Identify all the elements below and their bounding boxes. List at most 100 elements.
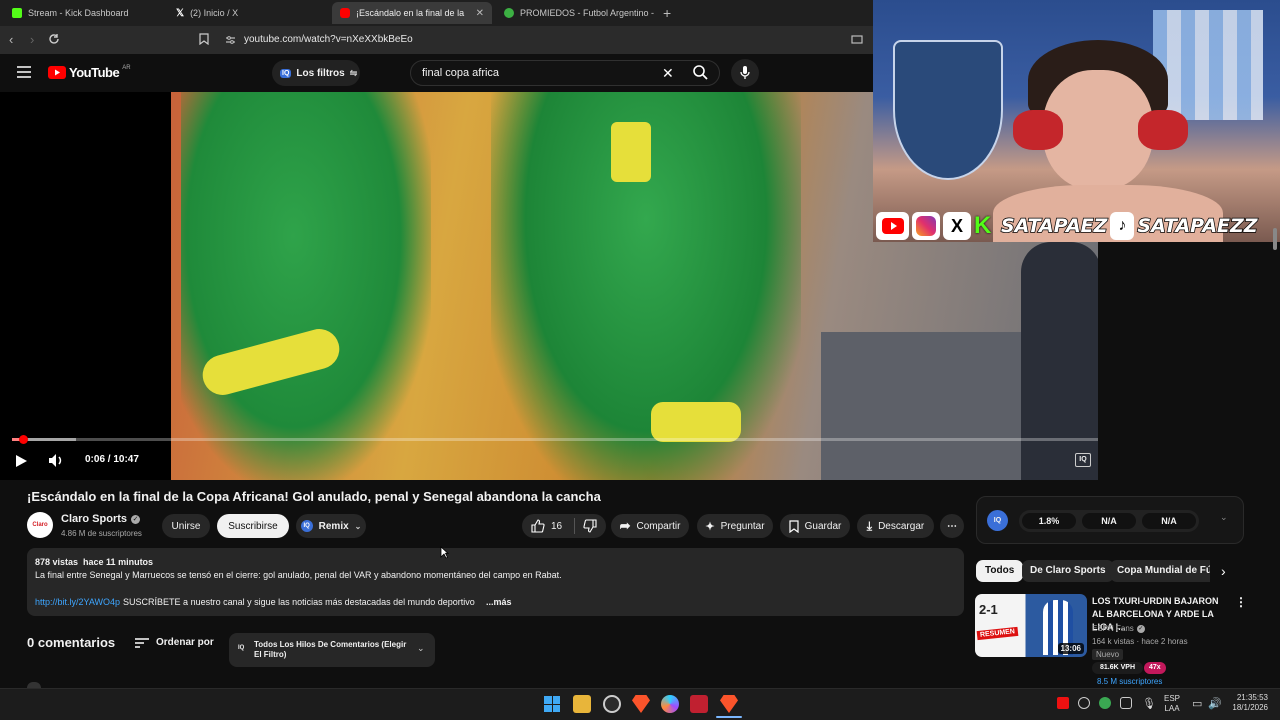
tray-app-icon[interactable] [1120,697,1132,709]
iq-player-icon[interactable]: IQ [1075,453,1091,467]
chevron-down-icon: ⌄ [417,643,425,653]
comment-filter-dropdown[interactable]: IQ Todos Los Hilos De Comentarios (Elegi… [229,633,435,667]
copilot-icon[interactable] [661,695,679,713]
browser-tab-x[interactable]: 𝕏 (2) Inicio / X [168,2,328,24]
save-label: Guardar [804,520,842,532]
volume-icon[interactable] [48,453,64,468]
player-left [181,92,431,480]
like-count: 16 [551,520,563,532]
multiplier-badge: 47x [1144,662,1166,674]
video-title: ¡Escándalo en la final de la Copa Africa… [27,489,601,504]
youtube-logo[interactable]: YouTube AR [48,65,131,80]
ask-button[interactable]: ✦ Preguntar [697,514,773,538]
subscriber-count: 4.86 M de suscriptores [61,529,142,538]
subscribe-button[interactable]: Suscribirse [217,514,289,538]
channel-name-row: Claro Sports ✓ [61,513,141,525]
forward-icon[interactable]: › [30,32,34,47]
iq-icon: IQ [300,520,313,532]
chevron-right-icon[interactable]: › [1221,563,1226,579]
download-button[interactable]: ⤓ Descargar [857,514,934,538]
menu-icon[interactable] [17,66,31,78]
dislike-icon[interactable] [583,519,597,533]
subscribe-label: Suscribirse [228,520,278,532]
file-explorer-icon[interactable] [573,695,591,713]
filters-label: Los filtros [296,67,345,79]
promiedos-icon [504,8,514,18]
tray-app-icon[interactable] [1099,697,1111,709]
tiktok-icon: ♪ [1110,212,1135,240]
share-icon: ➦ [619,518,631,533]
streamer-handle: SATAPAEZZ [1137,214,1259,238]
reload-icon[interactable] [48,33,60,45]
search-icon[interactable] [693,65,708,80]
cast-icon[interactable] [851,35,863,45]
striped-jersey [1153,10,1263,120]
share-button[interactable]: ➦ Compartir [611,514,689,538]
youtube-wordmark: YouTube [69,65,120,80]
staff-figure [1021,242,1098,480]
download-icon: ⤓ [866,518,873,533]
microphone-icon [740,66,750,79]
active-app-indicator [716,716,742,718]
remix-button[interactable]: IQ Remix ⌄ [296,514,366,538]
close-tab-icon[interactable]: ✕ [476,8,484,19]
reco-thumbnail[interactable]: 2-1 RESUMEN 13:06 [975,594,1087,657]
join-label: Unirse [171,520,201,532]
chip-all[interactable]: Todos [976,560,1024,582]
site-info-icon[interactable] [225,35,236,45]
chip-world-cup[interactable]: Copa Mundial de Fútb [1110,560,1210,582]
progress-scrubber[interactable] [19,435,29,444]
browser-tab-strip: Stream - Kick Dashboard 𝕏 (2) Inicio / X… [0,0,873,26]
description-text: La final entre Senegal y Marruecos se te… [35,570,562,580]
sliders-icon: ⇋ [349,67,358,78]
back-icon[interactable]: ‹ [9,32,13,47]
sort-comments-button[interactable]: Ordenar por [135,637,214,648]
new-badge: Nuevo [1092,649,1124,660]
description-continuation: SUSCRÍBETE a nuestro canal y sigue las n… [123,597,475,607]
bookmark-icon[interactable] [199,33,209,45]
clock[interactable]: 21:35:53 18/1/2026 [1222,693,1268,713]
channel-name[interactable]: Claro Sports [61,513,127,525]
kick-social-icon: K [974,212,992,239]
windows-start-icon[interactable] [544,696,560,712]
show-more-link[interactable]: ...más [486,597,512,607]
volume-tray-icon[interactable]: 🔊 [1208,697,1222,710]
tray-steam-icon[interactable] [1078,697,1090,709]
tray-app-icon[interactable] [1057,697,1069,709]
url-input[interactable]: youtube.com/watch?v=nXeXXbkBeEo [222,31,842,49]
like-icon[interactable] [531,519,545,533]
more-vertical-icon[interactable]: ⋮ [1235,595,1247,609]
play-icon[interactable] [15,454,28,468]
channel-avatar[interactable]: Claro [27,512,53,538]
app-icon[interactable] [690,695,708,713]
progress-bar[interactable] [12,438,1098,441]
browser-tab-youtube[interactable]: ¡Escándalo en la final de la Copa ✕ [332,2,492,24]
microphone-tray-icon[interactable]: 🎙 [1142,697,1156,710]
reco-subscribers: 8.5 M suscriptores [1097,677,1163,686]
divider [574,518,576,534]
stat-value: 1.8% [1022,513,1076,529]
like-dislike-group: 16 [522,514,606,538]
join-button[interactable]: Unirse [162,514,210,538]
remix-label: Remix [318,520,349,532]
description-link[interactable]: http://bit.ly/2YAWO4p [35,597,120,607]
more-actions-button[interactable]: ⋯ [940,514,964,538]
browser-tab-promiedos[interactable]: PROMIEDOS - Futbol Argentino - Fú [496,2,656,24]
verified-icon: ✓ [131,514,141,524]
voice-search-button[interactable] [731,59,759,87]
save-button[interactable]: Guardar [780,514,850,538]
plus-icon[interactable]: + [663,5,671,21]
clear-search-icon[interactable]: ✕ [662,65,674,82]
language-indicator[interactable]: ESP LAA [1164,694,1180,714]
obs-icon[interactable] [603,695,621,713]
chevron-down-icon[interactable]: ⌄ [1220,512,1228,523]
browser-tab-kick[interactable]: Stream - Kick Dashboard [4,2,164,24]
page-scrollbar[interactable] [1273,228,1277,250]
reco-channel[interactable]: ESPN Fans [1092,624,1134,633]
verified-icon: ✓ [1136,624,1145,633]
more-horizontal-icon: ⋯ [947,520,957,532]
filters-button[interactable]: IQ Los filtros ⇋ [272,60,360,86]
chip-channel[interactable]: De Claro Sports [1022,560,1114,582]
network-icon[interactable]: ▭ [1192,697,1202,710]
stat-value: N/A [1142,513,1196,529]
